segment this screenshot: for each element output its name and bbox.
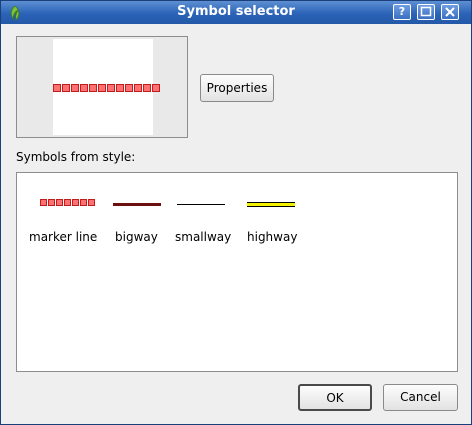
marker-square xyxy=(152,84,160,92)
symbol-list[interactable]: marker line bigway smallway highway xyxy=(16,172,458,372)
marker-square xyxy=(134,84,142,92)
highway-swatch xyxy=(247,202,295,207)
marker-square xyxy=(89,84,97,92)
marker-square xyxy=(64,199,71,206)
help-button[interactable]: ? xyxy=(393,4,411,20)
symbol-label: marker line xyxy=(29,230,98,244)
ok-button[interactable]: OK xyxy=(298,384,372,411)
marker-square xyxy=(88,199,95,206)
title-bar[interactable]: Symbol selector ? xyxy=(1,1,471,24)
symbol-label: bigway xyxy=(115,230,158,244)
close-icon xyxy=(445,7,455,17)
symbol-item-smallway[interactable]: smallway xyxy=(172,193,240,249)
marker-square xyxy=(143,84,151,92)
maximize-icon xyxy=(420,6,432,17)
preview-canvas xyxy=(53,39,160,135)
marker-square xyxy=(72,199,79,206)
symbol-preview xyxy=(16,36,188,138)
marker-square xyxy=(80,84,88,92)
preview-marker-line xyxy=(53,84,161,92)
smallway-swatch xyxy=(177,204,225,205)
symbol-label: highway xyxy=(247,230,298,244)
symbol-item-highway[interactable]: highway xyxy=(243,193,307,249)
marker-square xyxy=(125,84,133,92)
marker-square xyxy=(116,84,124,92)
marker-square xyxy=(107,84,115,92)
marker-line-swatch xyxy=(40,199,96,206)
close-button[interactable] xyxy=(441,4,459,20)
symbol-label: smallway xyxy=(175,230,232,244)
cancel-button[interactable]: Cancel xyxy=(383,384,458,411)
marker-square xyxy=(98,84,106,92)
symbol-selector-dialog: Symbol selector ? Properties Symbols fro… xyxy=(0,0,472,425)
marker-square xyxy=(56,199,63,206)
marker-square xyxy=(62,84,70,92)
maximize-button[interactable] xyxy=(417,4,435,20)
symbols-from-style-label: Symbols from style: xyxy=(16,150,136,164)
symbol-item-bigway[interactable]: bigway xyxy=(109,193,169,249)
bigway-swatch xyxy=(113,203,161,206)
marker-square xyxy=(53,84,61,92)
symbol-item-marker-line[interactable]: marker line xyxy=(25,193,105,249)
marker-square xyxy=(71,84,79,92)
marker-square xyxy=(40,199,47,206)
marker-square xyxy=(48,199,55,206)
marker-square xyxy=(80,199,87,206)
properties-button[interactable]: Properties xyxy=(200,74,274,102)
